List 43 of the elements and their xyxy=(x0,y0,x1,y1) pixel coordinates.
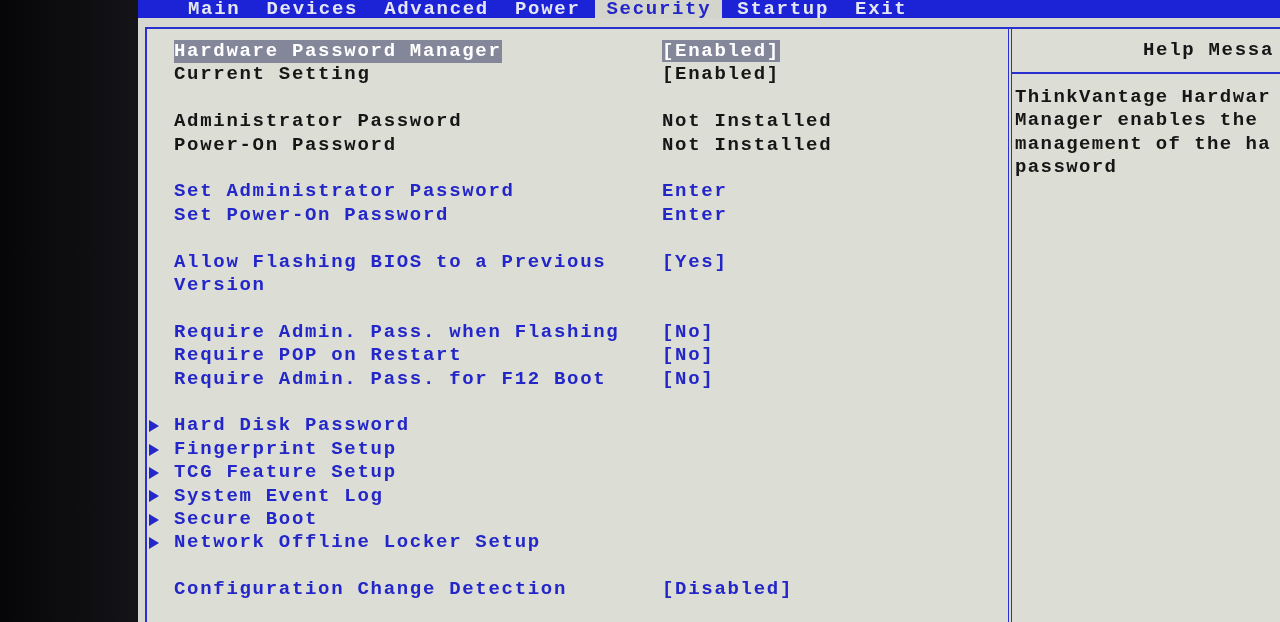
setting-value[interactable]: [Disabled] xyxy=(662,578,794,601)
menu-tab[interactable]: Advanced xyxy=(371,0,502,18)
setting-label[interactable]: Set Administrator Password xyxy=(174,180,515,204)
triangle-icon xyxy=(149,443,159,456)
menu-tab[interactable]: Power xyxy=(501,0,594,18)
setting-label[interactable]: Require POP on Restart xyxy=(174,344,463,368)
info-label: Administrator Password xyxy=(174,110,463,134)
menu-tab[interactable]: Exit xyxy=(842,0,921,18)
setting-value[interactable]: [No] xyxy=(662,320,715,343)
setting-label[interactable]: Allow Flashing BIOS to a Previous Version xyxy=(174,250,662,298)
help-text: ThinkVantage Hardwar Manager enables the management of the ha password xyxy=(1014,86,1273,180)
info-label: Power-On Password xyxy=(174,133,397,157)
setting-label[interactable]: Hardware Password Manager xyxy=(174,40,502,64)
setting-label[interactable]: Configuration Change Detection xyxy=(174,578,568,602)
setting-value[interactable]: [Enabled] xyxy=(662,40,780,62)
triangle-icon xyxy=(149,420,159,433)
submenu-item[interactable]: Hard Disk Password xyxy=(174,414,410,438)
help-title: Help Messa xyxy=(1142,38,1276,62)
setting-value: Not Installed xyxy=(662,110,833,133)
setting-value[interactable]: [No] xyxy=(662,367,715,390)
submenu-item[interactable]: Secure Boot xyxy=(174,508,319,532)
menu-tab[interactable]: Security xyxy=(595,0,723,18)
setting-value: [Enabled] xyxy=(662,63,780,86)
setting-value[interactable]: [No] xyxy=(662,344,715,367)
setting-value[interactable]: Enter xyxy=(662,180,728,203)
setting-label[interactable]: Require Admin. Pass. when Flashing xyxy=(174,320,620,345)
setting-value: Not Installed xyxy=(662,133,833,156)
setting-label[interactable]: Set Power-On Password xyxy=(174,203,450,228)
setting-value[interactable]: Enter xyxy=(662,203,728,226)
triangle-icon xyxy=(149,537,159,550)
triangle-icon xyxy=(149,490,159,503)
submenu-item[interactable]: Network Offline Locker Setup xyxy=(174,531,541,555)
submenu-item[interactable]: System Event Log xyxy=(174,484,384,509)
triangle-icon xyxy=(149,513,159,526)
submenu-item[interactable]: TCG Feature Setup xyxy=(174,461,397,485)
info-label: Current Setting xyxy=(174,63,371,87)
menu-tab[interactable]: Startup xyxy=(724,0,843,18)
menu-tab[interactable]: Main xyxy=(175,0,254,18)
submenu-item[interactable]: Fingerprint Setup xyxy=(174,437,397,462)
triangle-icon xyxy=(149,466,159,479)
setting-label[interactable]: Require Admin. Pass. for F12 Boot xyxy=(174,367,607,392)
menu-tab[interactable]: Devices xyxy=(253,0,372,18)
setting-value[interactable]: [Yes] xyxy=(662,250,728,273)
